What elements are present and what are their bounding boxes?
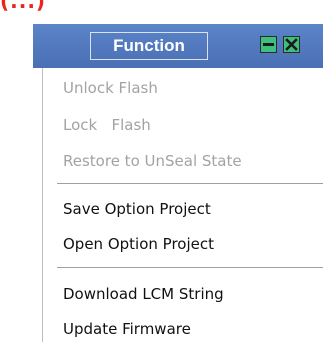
menu-separator	[57, 183, 323, 184]
clipped-top-text: (...)	[0, 0, 47, 13]
function-title-bar: Function	[33, 24, 323, 68]
menu-item-save-option-project[interactable]: Save Option Project	[63, 196, 211, 222]
close-icon[interactable]	[283, 36, 300, 53]
menu-item-download-lcm-string[interactable]: Download LCM String	[63, 281, 224, 307]
function-menu-screen: (...) Function Unlock Flash Lock Flash R…	[0, 0, 323, 342]
menu-item-open-option-project[interactable]: Open Option Project	[63, 231, 214, 257]
minimize-icon[interactable]	[260, 36, 277, 53]
menu-item-restore-unseal-state[interactable]: Restore to UnSeal State	[63, 148, 242, 174]
menu-separator	[57, 267, 323, 268]
menu-item-lock-flash[interactable]: Lock Flash	[63, 112, 151, 138]
menu-item-unlock-flash[interactable]: Unlock Flash	[63, 75, 158, 101]
function-menu-button[interactable]: Function	[90, 32, 208, 60]
function-dropdown-menu: Unlock Flash Lock Flash Restore to UnSea…	[42, 68, 323, 342]
menu-item-update-firmware[interactable]: Update Firmware	[63, 316, 191, 342]
